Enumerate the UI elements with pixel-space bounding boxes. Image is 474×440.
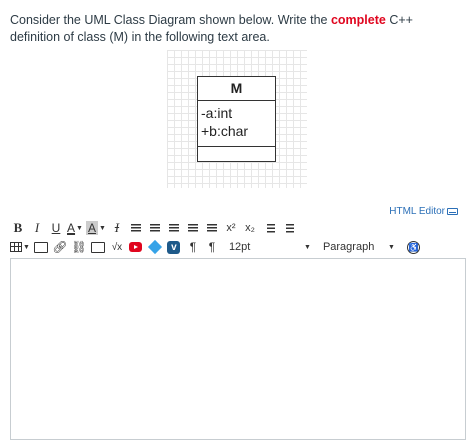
bullet-list-button[interactable]: [261, 219, 277, 237]
block-format-value: Paragraph: [322, 241, 375, 253]
background-color-icon: A: [86, 221, 99, 235]
numbered-list-button[interactable]: [280, 219, 296, 237]
align-left-button[interactable]: [128, 219, 144, 237]
indent-icon: [187, 223, 198, 233]
question-text: Consider the UML Class Diagram shown bel…: [10, 12, 466, 46]
align-center-icon: [149, 223, 160, 233]
background-color-button[interactable]: A ▼: [86, 219, 106, 237]
unlink-button[interactable]: ⛓︎: [71, 238, 87, 256]
table-button[interactable]: ▼: [10, 238, 30, 256]
block-format-select[interactable]: Paragraph ▼: [323, 241, 395, 253]
uml-attribute: -a:int: [201, 105, 233, 121]
uml-diagram: M -a:int +b:char: [167, 50, 307, 188]
underline-button[interactable]: U: [48, 219, 64, 237]
align-right-icon: [168, 223, 179, 233]
editor-toolbar-row2: ▼ 🔗︎ ⛓︎ √x v ¶ ¶ 12pt ▼ Paragraph ▼ ♿: [10, 236, 460, 258]
uml-attributes: -a:int +b:char: [198, 101, 275, 147]
clear-format-button[interactable]: I: [109, 219, 125, 237]
align-right-button[interactable]: [166, 219, 182, 237]
table-icon: [10, 242, 22, 252]
numbered-list-icon: [281, 223, 294, 233]
link-button[interactable]: 🔗︎: [52, 238, 68, 256]
align-center-button[interactable]: [147, 219, 163, 237]
html-editor-link[interactable]: HTML Editor: [389, 206, 458, 217]
chevron-down-icon: ▼: [388, 243, 395, 251]
uml-attribute: +b:char: [201, 123, 249, 139]
question-text-start: Consider the UML Class Diagram shown bel…: [10, 13, 331, 27]
html-editor-label: HTML Editor: [389, 206, 445, 217]
uml-class-box: M -a:int +b:char: [197, 76, 276, 162]
media-icon: [33, 241, 48, 253]
youtube-button[interactable]: [128, 238, 144, 256]
indent-button[interactable]: [185, 219, 201, 237]
math-button[interactable]: √x: [109, 238, 125, 256]
font-color-button[interactable]: A ▼: [67, 219, 83, 237]
align-left-icon: [130, 223, 141, 233]
rtl-icon: ¶: [208, 240, 216, 254]
v-icon: v: [167, 240, 181, 254]
font-color-icon: A: [67, 221, 76, 235]
link-icon: 🔗︎: [52, 240, 68, 254]
accessibility-icon[interactable]: ♿: [406, 240, 420, 254]
youtube-icon: [129, 242, 143, 252]
outdent-icon: [206, 223, 217, 233]
apps-button[interactable]: [147, 238, 163, 256]
italic-button[interactable]: I: [29, 219, 45, 237]
unlink-icon: ⛓︎: [71, 240, 87, 254]
bullet-list-icon: [262, 223, 275, 233]
media-button[interactable]: [33, 238, 49, 256]
chevron-down-icon: ▼: [99, 224, 106, 232]
clear-format-icon: I: [114, 220, 120, 235]
chevron-down-icon: ▼: [304, 243, 311, 251]
superscript-button[interactable]: x²: [223, 219, 239, 237]
chevron-down-icon: ▼: [76, 224, 83, 232]
ltr-icon: ¶: [189, 240, 197, 254]
rtl-button[interactable]: ¶: [204, 238, 220, 256]
outdent-button[interactable]: [204, 219, 220, 237]
font-size-select[interactable]: 12pt ▼: [229, 241, 311, 253]
bold-button[interactable]: B: [10, 219, 26, 237]
answer-text-area[interactable]: [10, 258, 466, 440]
question-highlight: complete: [330, 13, 386, 27]
chevron-down-icon: ▼: [23, 243, 30, 251]
subscript-button[interactable]: x₂: [242, 219, 258, 237]
keyboard-icon: [447, 208, 458, 215]
ltr-button[interactable]: ¶: [185, 238, 201, 256]
font-size-value: 12pt: [228, 241, 251, 253]
diamond-icon: [147, 239, 163, 255]
image-icon: [90, 241, 105, 253]
uml-class-name: M: [198, 77, 275, 101]
v-app-button[interactable]: v: [166, 238, 182, 256]
image-button[interactable]: [90, 238, 106, 256]
